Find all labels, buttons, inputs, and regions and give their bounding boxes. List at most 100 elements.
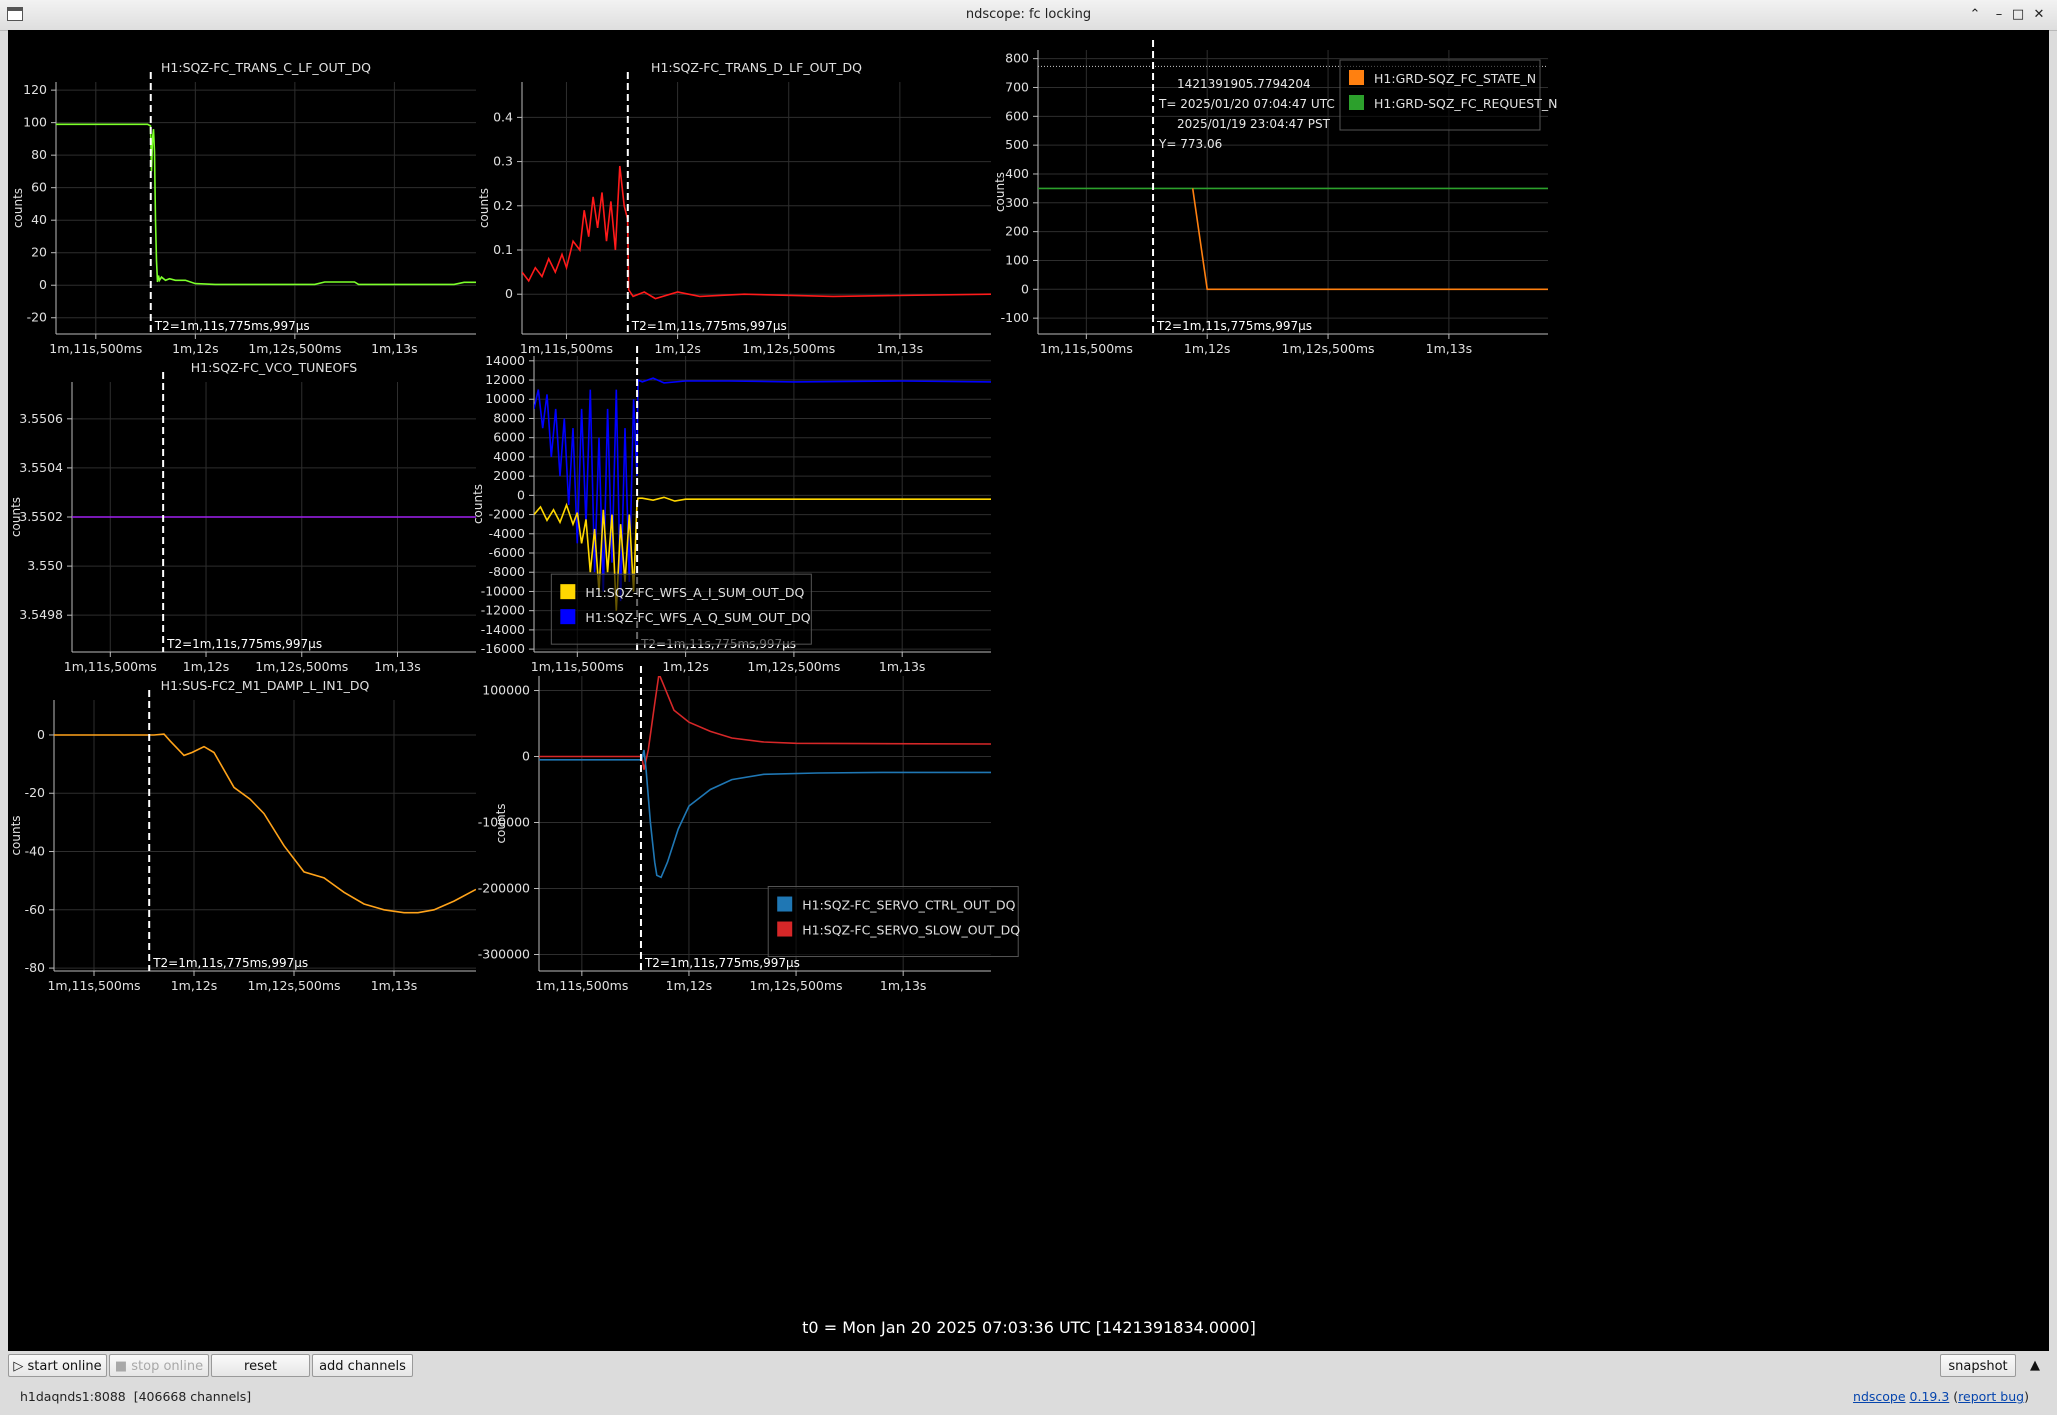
x-tick-label: 1m,12s (172, 341, 219, 356)
x-tick-label: 1m,11s,500ms (47, 978, 140, 993)
report-bug-link[interactable]: report bug (1958, 1389, 2024, 1404)
plot-p5[interactable]: 14000 12000 10000 8000 6000 4000 2000 0 -2000 -40… (471, 346, 991, 674)
cursor-t2-label: T2=1m,11s,775ms,997µs (631, 319, 787, 333)
y-tick-label: 600 (1005, 108, 1029, 123)
ndscope-link[interactable]: ndscope (1853, 1389, 1906, 1404)
y-tick-label: 6000 (493, 430, 525, 445)
plot-p6[interactable]: 0 -20 -40 -60 -801m,11s,500ms 1m,12s 1m,12s,50… (9, 678, 476, 993)
y-tick-label: 3.5504 (19, 460, 63, 475)
x-tick-label: 1m,13s (879, 659, 926, 674)
scope-plot-area[interactable]: t0 = Mon Jan 20 2025 07:03:36 UTC [14213… (8, 30, 2049, 1351)
series-line (539, 749, 991, 879)
x-tick-label: 1m,13s (880, 978, 927, 993)
y-tick-label: -4000 (489, 526, 525, 541)
keep-above-icon[interactable]: ⌃ (1966, 6, 1984, 24)
y-tick-label: 100 (1005, 252, 1029, 267)
series-line (54, 733, 476, 914)
y-tick-label: 4000 (493, 449, 525, 464)
plot-p2[interactable]: 0.4 0.3 0.2 0.1 0 1m,11s,500ms 1m,12s 1m,12s,50… (477, 60, 991, 356)
y-tick-label: 40 (31, 212, 47, 227)
y-tick-label: -200000 (478, 881, 530, 896)
y-tick-label: 10000 (485, 391, 525, 406)
expand-up-icon[interactable]: ▲ (2022, 1354, 2048, 1377)
y-tick-label: 3.5498 (19, 607, 63, 622)
legend-label: H1:GRD-SQZ_FC_STATE_N (1374, 71, 1536, 86)
t0-label: t0 = Mon Jan 20 2025 07:03:36 UTC [14213… (802, 1318, 1256, 1337)
x-tick-label: 1m,13s (374, 659, 421, 674)
plot-p4[interactable]: 3.5506 3.5504 3.5502 3.550 3.5498 1m,11s,500m… (9, 360, 476, 674)
maximize-icon[interactable]: □ (2009, 6, 2027, 24)
title-bar: ndscope: fc locking ⌃ – □ ✕ (0, 0, 2057, 31)
y-axis-label: counts (9, 497, 23, 537)
plots-canvas[interactable]: t0 = Mon Jan 20 2025 07:03:36 UTC [14213… (8, 30, 2049, 1351)
x-tick-label: 1m,13s (877, 341, 924, 356)
y-tick-label: 0 (39, 277, 47, 292)
stop-online-button[interactable]: ■ stop online (109, 1354, 209, 1377)
stop-icon: ■ (114, 1359, 132, 1374)
legend-label: H1:GRD-SQZ_FC_REQUEST_N (1374, 96, 1557, 111)
plot-p3[interactable]: 800 700 600 500 400 300 200 100 0 -100 1m,11s,500m… (993, 40, 1557, 356)
y-axis-label: counts (993, 172, 1007, 212)
y-tick-label: 0 (37, 727, 45, 742)
x-tick-label: 1m,12s,500ms (255, 659, 348, 674)
y-tick-label: 300 (1005, 195, 1029, 210)
x-tick-label: 1m,12s,500ms (247, 978, 340, 993)
legend-label: H1:SQZ-FC_WFS_A_Q_SUM_OUT_DQ (585, 610, 810, 625)
stop-online-label: stop online (131, 1359, 204, 1374)
snapshot-button[interactable]: snapshot (1940, 1354, 2016, 1377)
y-tick-label: -100 (1001, 310, 1029, 325)
x-tick-label: 1m,12s (654, 341, 701, 356)
y-tick-label: -40 (25, 844, 45, 859)
x-tick-label: 1m,12s (1184, 341, 1231, 356)
minimize-icon[interactable]: – (1990, 6, 2008, 24)
plot-p7[interactable]: 1000000-100000-200000-3000001m,11s,500ms… (478, 666, 1020, 993)
legend-swatch (777, 921, 793, 937)
y-tick-label: 60 (31, 180, 47, 195)
close-icon[interactable]: ✕ (2030, 6, 2048, 24)
window-title: ndscope: fc locking (965, 7, 1092, 22)
add-channels-button[interactable]: add channels (312, 1354, 413, 1377)
x-tick-label: 1m,13s (371, 341, 418, 356)
y-tick-label: -2000 (489, 507, 525, 522)
crosshair-annotation: T= 2025/01/20 07:04:47 UTC (1158, 97, 1335, 111)
y-tick-label: -20 (25, 785, 45, 800)
start-online-label: start online (27, 1359, 102, 1374)
cursor-t2-label: T2=1m,11s,775ms,997µs (154, 319, 310, 333)
play-icon: ▷ (13, 1359, 28, 1374)
x-tick-label: 1m,11s,500ms (531, 659, 624, 674)
cursor-t2-label: T2=1m,11s,775ms,997µs (644, 956, 800, 970)
y-tick-label: 120 (23, 82, 47, 97)
y-tick-label: 20 (31, 245, 47, 260)
y-tick-label: 0.2 (493, 198, 513, 213)
legend: H1:GRD-SQZ_FC_STATE_N H1:GRD-SQZ_FC_REQUE… (1339, 59, 1557, 131)
version-link[interactable]: 0.19.3 (1910, 1389, 1950, 1404)
legend: H1:SQZ-FC_SERVO_CTRL_OUT_DQ H1:SQZ-FC_SER… (767, 886, 1020, 958)
x-tick-label: 1m,12s (662, 659, 709, 674)
x-tick-label: 1m,12s,500ms (1282, 341, 1375, 356)
server-status: h1daqnds1:8088 [406668 channels] (20, 1389, 251, 1404)
x-tick-label: 1m,11s,500ms (49, 341, 142, 356)
y-axis-label: counts (477, 188, 491, 228)
y-tick-label: -14000 (481, 622, 525, 637)
reset-button[interactable]: reset (211, 1354, 310, 1377)
y-tick-label: -60 (25, 902, 45, 917)
plot-p1[interactable]: 120 100 80 60 40 20 0 -20 1m,11s,500ms 1m,12s 1m,1… (11, 60, 476, 356)
legend-swatch (1349, 70, 1364, 85)
series-line (534, 377, 991, 602)
y-tick-label: 0 (1021, 281, 1029, 296)
cursor-t2-label: T2=1m,11s,775ms,997µs (166, 637, 322, 651)
y-tick-label: -300000 (478, 947, 530, 962)
server-address: h1daqnds1:8088 (20, 1389, 126, 1404)
y-tick-label: 400 (1005, 166, 1029, 181)
series-line (522, 165, 991, 300)
y-tick-label: -20 (27, 310, 47, 325)
x-tick-label: 1m,11s,500ms (64, 659, 157, 674)
y-tick-label: 14000 (485, 353, 525, 368)
legend-swatch (560, 609, 576, 625)
y-tick-label: 8000 (493, 410, 525, 425)
y-tick-label: 700 (1005, 79, 1029, 94)
y-tick-label: 0 (522, 749, 530, 764)
x-tick-label: 1m,12s (666, 978, 713, 993)
start-online-button[interactable]: ▷ start online (8, 1354, 107, 1377)
y-tick-label: 800 (1005, 51, 1029, 66)
